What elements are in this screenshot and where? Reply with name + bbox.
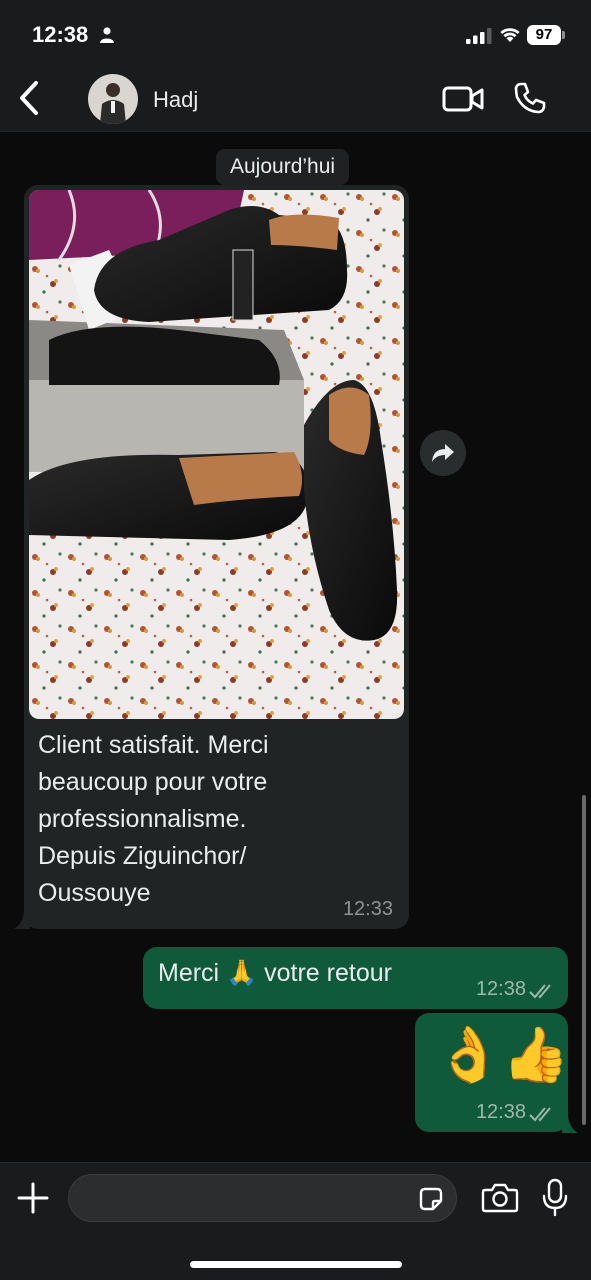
forward-button[interactable] <box>420 430 466 476</box>
chat-area[interactable]: Aujourd’hui Client satisfait. Merci beau… <box>0 133 591 1162</box>
battery-icon: 97 <box>527 25 565 45</box>
read-ticks-icon <box>529 984 551 999</box>
phone-icon[interactable] <box>512 80 548 116</box>
person-icon <box>100 27 114 43</box>
outgoing-message-time: 12:38 <box>475 1101 526 1123</box>
status-bar: 12:38 97 <box>0 0 591 70</box>
plus-icon[interactable] <box>16 1181 50 1215</box>
outgoing-message-time: 12:38 <box>475 978 526 1000</box>
forward-arrow-icon <box>432 444 454 462</box>
wifi-icon <box>500 28 520 42</box>
incoming-message-time: 12:33 <box>342 898 393 920</box>
incoming-message-text: Client satisfait. Merci beaucoup pour vo… <box>38 731 269 907</box>
scrollbar[interactable] <box>582 795 586 1125</box>
battery-level: 97 <box>527 25 561 45</box>
shared-photo[interactable] <box>29 190 404 719</box>
status-time: 12:38 <box>32 22 89 47</box>
read-ticks-icon <box>529 1107 551 1122</box>
date-chip: Aujourd’hui <box>216 149 350 185</box>
chat-header: Hadj <box>0 70 591 132</box>
outgoing-message[interactable]: 👌👍 12:38 <box>415 1013 570 1132</box>
incoming-message[interactable]: Client satisfait. Merci beaucoup pour vo… <box>24 185 409 929</box>
camera-icon[interactable] <box>481 1182 519 1214</box>
avatar[interactable] <box>88 74 138 124</box>
microphone-icon[interactable] <box>540 1178 570 1218</box>
video-call-icon[interactable] <box>441 82 485 116</box>
message-input[interactable] <box>68 1174 457 1222</box>
signal-icon <box>466 28 492 44</box>
back-chevron-icon[interactable] <box>14 78 46 118</box>
home-indicator[interactable] <box>190 1261 402 1268</box>
contact-name[interactable]: Hadj <box>153 87 198 113</box>
composer-bar <box>0 1162 591 1280</box>
outgoing-message[interactable]: Merci 🙏 votre retour 12:38 <box>143 947 568 1009</box>
emoji-message-text: 👌👍 <box>435 1023 570 1086</box>
outgoing-message-text: Merci 🙏 votre retour <box>158 959 392 987</box>
sticker-icon[interactable] <box>417 1185 445 1213</box>
